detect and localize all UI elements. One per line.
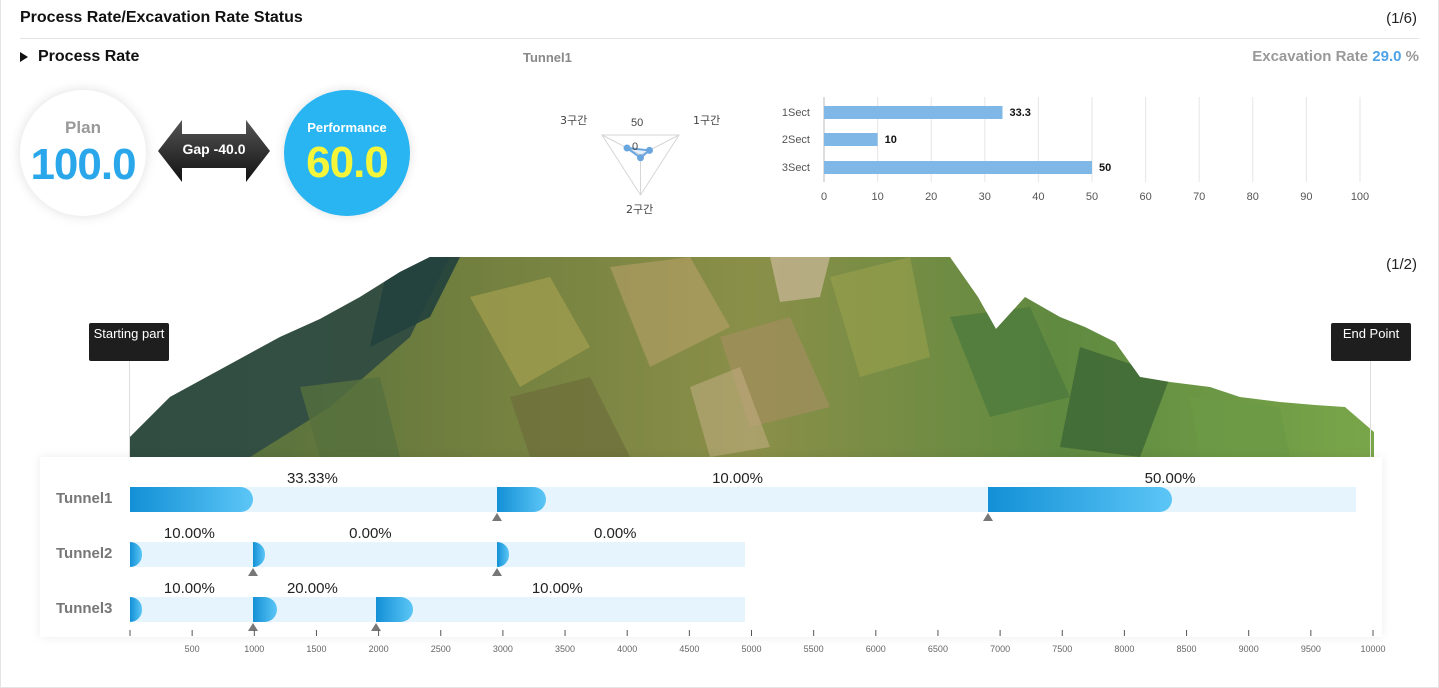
- axis-tick-label: 6500: [928, 644, 948, 654]
- x-tick-label: 70: [1193, 191, 1205, 203]
- axis-tick-label: 500: [185, 644, 200, 654]
- tunnel-row-label: Tunnel3: [56, 600, 113, 617]
- axis-tick-label: 5000: [741, 644, 761, 654]
- mountain-terrain: [130, 257, 1374, 457]
- radar-point: [637, 154, 644, 162]
- performance-label: Performance: [307, 120, 387, 135]
- progress-percent: 10.00%: [163, 580, 215, 597]
- bar[interactable]: [824, 106, 1003, 119]
- section-header: Process Rate: [20, 48, 139, 66]
- section-boundary-marker: [248, 568, 259, 576]
- axis-tick-label: 4000: [617, 644, 637, 654]
- radar-axis-label: 2구간: [626, 203, 653, 216]
- section-bar-chart: 0 10 20 30 40 50 60 70 80 90 100 1Sect 33.3 2Sect 10 3S…: [782, 97, 1369, 203]
- bar[interactable]: [824, 161, 1092, 174]
- excavation-unit: %: [1405, 48, 1419, 65]
- x-tick-label: 60: [1139, 191, 1151, 203]
- end-marker: End Point: [1331, 323, 1411, 361]
- start-marker: Starting part: [89, 323, 169, 361]
- progress-percent: 10.00%: [531, 580, 583, 597]
- axis-tick-label: 8000: [1114, 644, 1134, 654]
- tunnel-track[interactable]: [130, 487, 1356, 512]
- radar-scale-max: 50: [631, 117, 643, 129]
- x-tick-label: 10: [871, 191, 883, 203]
- x-tick-label: 50: [1086, 191, 1098, 203]
- progress-percent: 10.00%: [712, 470, 763, 487]
- radar-axis-label: 1구간: [693, 114, 720, 127]
- radar-chart: 50 0 1구간 2구간 3구간: [560, 114, 720, 216]
- x-tick-label: 20: [925, 191, 937, 203]
- section-boundary-marker: [491, 513, 502, 521]
- bar[interactable]: [824, 133, 878, 146]
- axis-tick-label: 9500: [1301, 644, 1321, 654]
- progress-percent: 10.00%: [163, 525, 215, 542]
- axis-tick-label: 10000: [1360, 644, 1385, 654]
- axis-tick-label: 3000: [493, 644, 513, 654]
- tunnel-track[interactable]: [130, 597, 746, 622]
- progress-percent: 0.00%: [593, 525, 637, 542]
- bar-value-label: 50: [1099, 162, 1111, 174]
- plan-circle: Plan 100.0: [20, 90, 146, 216]
- progress-percent: 20.00%: [286, 580, 338, 597]
- axis-tick-label: 4500: [679, 644, 699, 654]
- section-boundary-marker: [982, 513, 993, 521]
- axis-tick-label: 9000: [1239, 644, 1259, 654]
- distance-axis: 500 1000 1500 2000 2500 3000 3500 4000 4500 5000 5…: [129, 630, 1386, 654]
- page-title: Process Rate/Excavation Rate Status: [20, 9, 303, 26]
- x-tick-label: 30: [979, 191, 991, 203]
- triangle-right-icon: [20, 52, 28, 62]
- radar-scale-min: 0: [632, 141, 638, 153]
- x-tick-label: 100: [1351, 191, 1369, 203]
- radar-point: [623, 144, 631, 152]
- progress-segment[interactable]: [376, 597, 414, 622]
- axis-tick-label: 1000: [244, 644, 264, 654]
- section-boundary-marker: [491, 568, 502, 576]
- category-label: 2Sect: [782, 134, 810, 146]
- radar-point: [645, 146, 653, 154]
- pager-indicator[interactable]: (1/6): [1386, 10, 1417, 27]
- tunnel-name: Tunnel1: [523, 50, 572, 65]
- bar-value-label: 33.3: [1009, 107, 1030, 119]
- profile-pager[interactable]: (1/2): [1386, 256, 1417, 273]
- axis-tick-label: 1500: [306, 644, 326, 654]
- tunnel-row-label: Tunnel2: [56, 545, 113, 562]
- progress-percent: 33.33%: [286, 470, 338, 487]
- divider: [20, 38, 1419, 39]
- performance-circle: Performance 60.0: [284, 90, 410, 216]
- axis-tick-label: 3500: [555, 644, 575, 654]
- category-label: 1Sect: [782, 107, 810, 119]
- tunnel-row-label: Tunnel1: [56, 490, 113, 507]
- bar-value-label: 10: [885, 134, 897, 146]
- progress-segment[interactable]: [987, 487, 1172, 512]
- axis-tick-label: 2000: [369, 644, 389, 654]
- axis-tick-label: 7000: [990, 644, 1010, 654]
- radar-axis-label: 3구간: [560, 114, 587, 127]
- section-title: Process Rate: [38, 48, 140, 65]
- excavation-rate: Excavation Rate 29.0 %: [1252, 48, 1419, 65]
- plan-value: 100.0: [30, 140, 136, 189]
- axis-tick-label: 8500: [1177, 644, 1197, 654]
- axis-tick-label: 6000: [866, 644, 886, 654]
- progress-percent: 50.00%: [1144, 470, 1196, 487]
- progress-segment[interactable]: [253, 597, 277, 622]
- axis-tick-label: 2500: [431, 644, 451, 654]
- performance-value: 60.0: [306, 138, 389, 187]
- gap-text: Gap -40.0: [182, 141, 246, 157]
- x-tick-label: 90: [1300, 191, 1312, 203]
- axis-tick-label: 7500: [1052, 644, 1072, 654]
- category-label: 3Sect: [782, 162, 810, 174]
- x-tick-label: 80: [1247, 191, 1259, 203]
- plan-label: Plan: [65, 118, 101, 137]
- progress-percent: 0.00%: [349, 525, 392, 542]
- progress-segment[interactable]: [130, 487, 254, 512]
- tunnel-track[interactable]: [130, 542, 746, 567]
- x-tick-label: 40: [1032, 191, 1044, 203]
- axis-tick-label: 5500: [804, 644, 824, 654]
- x-tick-label: 0: [821, 191, 827, 203]
- excavation-label: Excavation Rate: [1252, 48, 1369, 65]
- progress-segment[interactable]: [496, 487, 547, 512]
- excavation-value: 29.0: [1372, 48, 1402, 65]
